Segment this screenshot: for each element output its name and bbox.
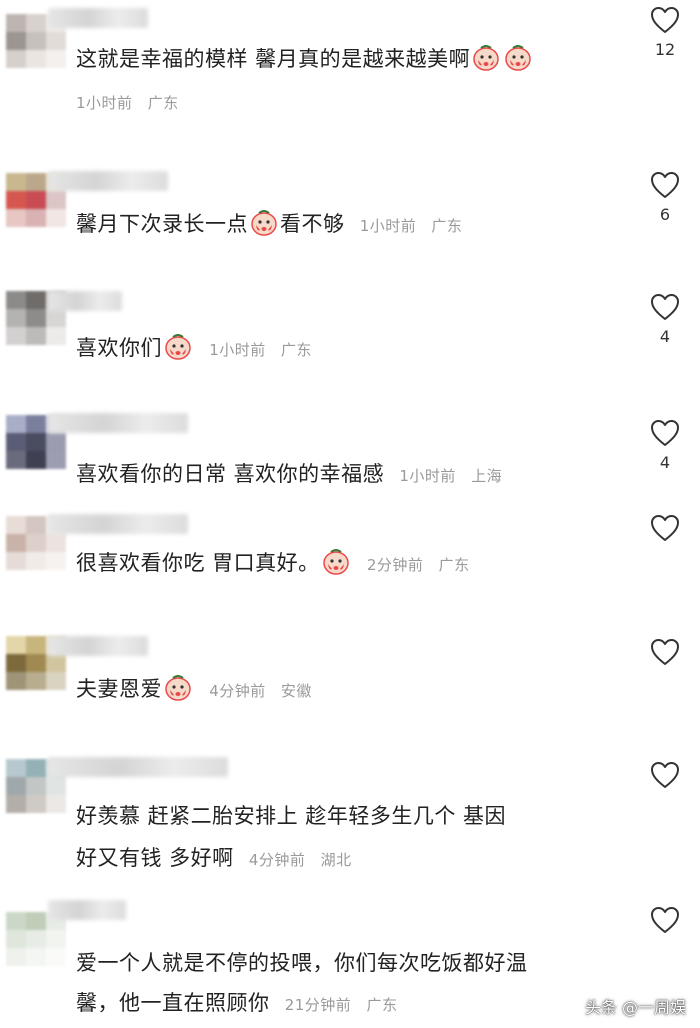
comment-text: 喜欢你们 1小时前 广东 [76,327,631,371]
emoji-group [248,210,280,236]
username-blurred[interactable] [48,171,168,191]
comment-location: 广东 [280,341,312,359]
comment-item: 喜欢看你的日常 喜欢你的幸福感 1小时前 上海 4 [0,407,700,507]
like-count: 4 [659,453,671,472]
comment-text: 好羡慕 赶紧二胎安排上 趁年轻多生几个 基因 [76,804,507,828]
like-count: 4 [659,327,671,346]
comment-text: 馨月下次录长一点 看不够 1小时前 广东 [76,203,631,247]
username-blurred[interactable] [48,636,148,656]
comment-text-line-2: 馨，他一直在照顾你 21分钟前 广东 [76,991,398,1015]
comment-location: 湖北 [320,851,352,869]
comment-time: 4分钟前 [209,682,266,700]
crying-face-emoji-icon [165,675,191,701]
heart-icon [651,7,679,33]
comment-item: 喜欢你们 1小时前 广东 4 [0,285,700,395]
comment-item: 好羡慕 赶紧二胎安排上 趁年轻多生几个 基因 好又有钱 多好啊 4分钟前 湖北 [0,755,700,895]
heart-icon [651,515,679,541]
like-button[interactable] [647,906,683,958]
comment-location: 广东 [438,556,470,574]
comment-time: 4分钟前 [248,851,306,869]
avatar[interactable] [6,912,66,966]
crying-face-emoji-icon [322,549,349,575]
heart-icon [651,762,679,788]
username-blurred[interactable] [48,291,122,311]
username-blurred[interactable] [48,8,148,28]
like-button[interactable] [647,638,683,690]
comment-location: 安徽 [280,682,312,700]
username-blurred[interactable] [48,757,228,777]
heart-icon [651,294,679,320]
like-button[interactable] [647,761,683,813]
emoji-group [320,549,352,575]
watermark: 头条 @一周娱 [584,998,686,1017]
comment-text: 喜欢看你的日常 喜欢你的幸福感 1小时前 上海 [76,462,503,486]
like-count: 12 [654,40,676,59]
comment-item: 很喜欢看你吃 胃口真好。 2分钟前 广东 [0,512,700,622]
username-blurred[interactable] [48,900,126,920]
comment-time: 2分钟前 [366,556,424,574]
comment-location: 广东 [431,217,463,235]
comment-time: 21分钟前 [284,996,352,1014]
like-button[interactable] [647,514,683,566]
comment-location: 上海 [471,467,503,485]
comment-meta-row: 1小时前 广东 [76,80,631,124]
emoji-group [162,675,194,701]
like-button[interactable]: 4 [647,293,683,346]
like-button[interactable]: 12 [647,6,683,59]
crying-face-emoji-icon [165,334,191,360]
like-count: 6 [659,205,671,224]
like-count [647,940,683,958]
comment-time: 1小时前 [209,341,266,359]
like-count [647,672,683,690]
comment-location: 广东 [366,996,398,1014]
username-blurred[interactable] [48,413,188,433]
heart-icon [651,420,679,446]
comment-text: 很喜欢看你吃 胃口真好。 2分钟前 广东 [76,542,631,586]
heart-icon [651,172,679,198]
emoji-group [162,334,194,360]
username-blurred[interactable] [48,514,188,534]
comment-item: 馨月下次录长一点 看不够 1小时前 广东 6 [0,165,700,275]
comment-time: 1小时前 [359,217,417,235]
comment-text: 这就是幸福的模样 馨月真的是越来越美啊 [76,38,631,80]
like-button[interactable]: 4 [647,419,683,472]
comment-item: 夫妻恩爱 4分钟前 安徽 [0,632,700,742]
like-count [647,548,683,566]
heart-icon [651,907,679,933]
emoji-group [470,45,534,71]
comment-time: 1小时前 [399,467,456,485]
like-count [647,795,683,813]
comment-location: 广东 [147,94,179,112]
like-button[interactable]: 6 [647,171,683,224]
crying-face-emoji-icon [473,45,499,71]
crying-face-emoji-icon [251,210,277,236]
comment-text: 爱一个人就是不停的投喂，你们每次吃饭都好温 [76,951,528,975]
comment-text-line-2: 好又有钱 多好啊 4分钟前 湖北 [76,846,352,870]
crying-face-emoji-icon [505,45,531,71]
comment-item: 这就是幸福的模样 馨月真的是越来越美啊 1小时前 广东 12 [0,0,700,130]
comment-text: 夫妻恩爱 4分钟前 安徽 [76,668,631,712]
heart-icon [651,639,679,665]
comment-time: 1小时前 [76,94,133,112]
